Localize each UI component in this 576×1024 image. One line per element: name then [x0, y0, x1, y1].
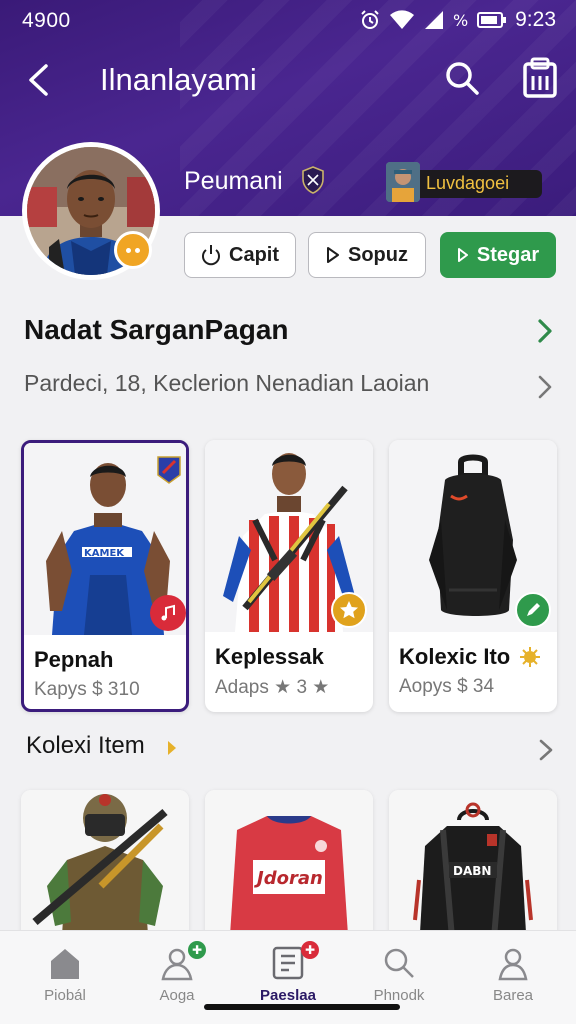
svg-text:DABN: DABN	[453, 864, 491, 878]
nav-paeslaa-badge: ✚	[301, 941, 319, 959]
section-subtitle: Pardeci, 18, Keclerion Nenadian Laoian	[24, 370, 430, 396]
collection-card[interactable]: Jdoran	[205, 790, 373, 950]
pencil-icon	[527, 603, 540, 616]
stegar-button[interactable]: Stegar	[440, 232, 556, 278]
nav-home[interactable]: Piobál	[10, 945, 120, 1015]
signal-icon	[425, 11, 444, 29]
rank-avatar	[386, 162, 420, 202]
caret-right-icon	[168, 741, 176, 755]
nav-aoga-badge: ✚	[188, 941, 206, 959]
music-icon	[161, 604, 175, 621]
back-button[interactable]	[26, 58, 62, 102]
shield-icon	[302, 166, 324, 194]
search-icon	[384, 948, 414, 978]
top-app-bar: Ilnanlayami	[0, 52, 576, 108]
chevron-right-icon[interactable]	[536, 736, 556, 764]
rank-label: Luvdagoei	[412, 170, 542, 198]
play-outline-icon	[327, 247, 339, 263]
card-title: Keplessak	[215, 644, 324, 669]
svg-text:KAMEK: KAMEK	[84, 548, 125, 559]
section-title: Nadat SarganPagan	[24, 314, 289, 345]
profile-icon	[498, 948, 528, 981]
card-music-badge[interactable]	[150, 595, 186, 631]
item-card[interactable]: Kolexic Ito Aopys $ 34	[389, 440, 557, 712]
chevron-right-icon[interactable]	[534, 372, 556, 402]
search-button[interactable]	[442, 58, 482, 98]
star-icon	[340, 601, 358, 619]
svg-text:Jdoran: Jdoran	[254, 868, 323, 889]
sopuz-button[interactable]: Sopuz	[308, 232, 426, 278]
status-bar: 4900 % 9:23	[0, 0, 576, 40]
nav-paeslaa-label: Paeslaa	[260, 987, 316, 1004]
card-title: Pepnah	[34, 647, 114, 672]
svg-text:%: %	[453, 11, 468, 30]
page-title: Ilnanlayami	[100, 62, 257, 97]
rank-chip[interactable]: Luvdagoei	[386, 162, 556, 202]
home-indicator	[204, 1004, 400, 1010]
status-icons: % 9:23	[359, 8, 556, 32]
avatar-status-badge	[114, 231, 152, 269]
play-icon	[457, 248, 468, 262]
item-card[interactable]: Keplessak Adaps ★ 3 ★	[205, 440, 373, 712]
status-time: 9:23	[515, 8, 556, 31]
nav-search-label: Phnodk	[373, 987, 425, 1004]
nav-aoga-label: Aoga	[159, 987, 195, 1004]
clipboard-button[interactable]	[520, 56, 560, 100]
percent-icon: %	[453, 11, 468, 30]
status-left-text: 4900	[22, 9, 71, 32]
wifi-icon	[390, 10, 415, 29]
sopuz-label: Sopuz	[348, 243, 408, 266]
nav-profile-label: Barea	[492, 987, 534, 1004]
stegar-label: Stegar	[476, 243, 540, 266]
battery-icon	[477, 12, 507, 28]
search-icon	[446, 62, 479, 95]
nav-profile[interactable]: Barea	[458, 945, 568, 1015]
capit-button[interactable]: Capit	[184, 232, 296, 278]
nav-home-label: Piobál	[44, 987, 86, 1004]
back-icon	[29, 64, 48, 96]
card-subtitle: Adaps ★ 3 ★	[215, 677, 330, 698]
clipboard-icon	[523, 57, 557, 98]
power-icon	[202, 245, 220, 266]
collection-card[interactable]: DABN	[389, 790, 557, 950]
alarm-icon	[361, 10, 379, 29]
card-star-badge[interactable]	[331, 592, 367, 628]
collection-card[interactable]	[21, 790, 189, 950]
sparkle-icon	[520, 647, 540, 667]
card-subtitle: Kapys $ 310	[34, 679, 140, 700]
home-icon	[51, 949, 79, 979]
card-title: Kolexic Ito	[399, 644, 511, 669]
collection-section-title: Kolexi Item	[26, 732, 145, 759]
chevron-right-icon[interactable]	[534, 316, 556, 346]
item-card[interactable]: KAMEK Pepnah Kapys $ 310	[21, 440, 189, 712]
profile-name: Peumani	[184, 167, 283, 195]
card-edit-badge[interactable]	[515, 592, 551, 628]
card-subtitle: Aopys $ 34	[399, 676, 495, 697]
capit-label: Capit	[229, 243, 279, 266]
